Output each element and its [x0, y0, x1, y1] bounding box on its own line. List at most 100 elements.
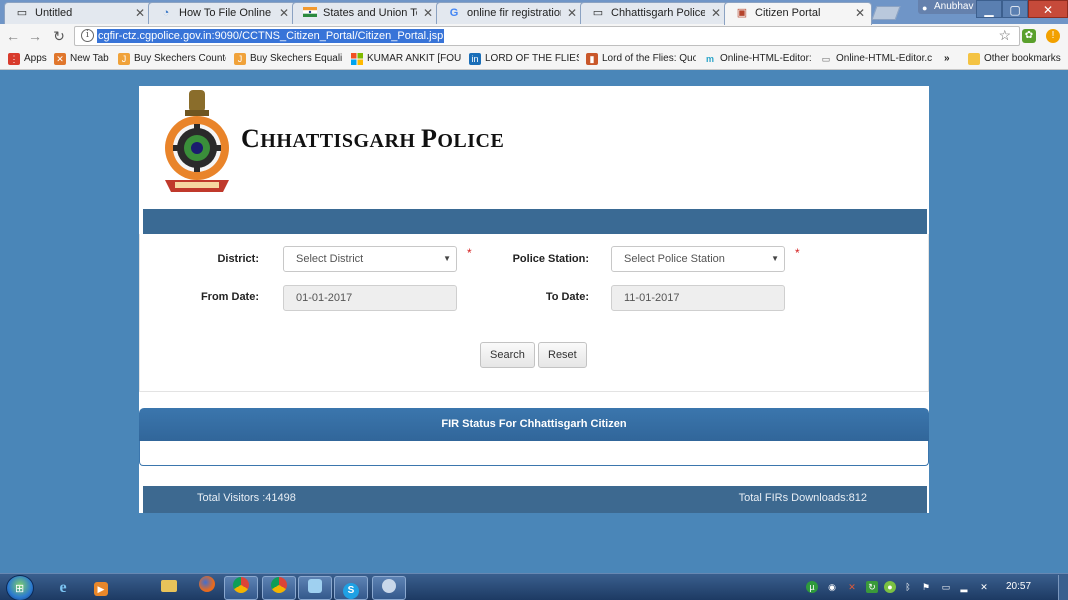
tab-states-union-territories[interactable]: States and Union Territ ✕: [292, 2, 440, 24]
tab-title: online fir registration cl: [467, 7, 561, 19]
other-bookmarks[interactable]: Other bookmarks: [968, 52, 1064, 66]
from-date-input[interactable]: 01-01-2017: [283, 285, 457, 311]
close-tab-icon[interactable]: ✕: [279, 6, 289, 20]
tab-google-search[interactable]: G online fir registration cl ✕: [436, 2, 584, 24]
to-date-label: To Date:: [545, 291, 589, 303]
police-station-select[interactable]: Select Police Station ▼: [611, 246, 785, 272]
bookmark-label: Apps: [24, 53, 47, 64]
media-player-icon[interactable]: ▶: [84, 576, 118, 600]
linkedin-icon: in: [469, 53, 481, 65]
bookmark-kumar-ankit[interactable]: KUMAR ANKIT [FOUN: [351, 52, 461, 66]
bookmark-online-html-editor-c[interactable]: ▭ Online-HTML-Editor.c: [820, 52, 932, 66]
folder-icon: [968, 53, 980, 65]
bookmark-lord-of-the-flies-a[interactable]: in LORD OF THE FLIES: A: [469, 52, 579, 66]
tab-title: Chhattisgarh Police: [611, 7, 705, 19]
folder-icon[interactable]: [152, 576, 186, 600]
total-visitors: Total Visitors :41498: [197, 492, 296, 504]
dropdown-caret-icon: ▼: [771, 254, 779, 263]
page-icon: ▭: [16, 7, 28, 19]
bookmarks-overflow-button[interactable]: »: [944, 52, 958, 66]
reload-icon[interactable]: ↻: [50, 27, 68, 45]
required-asterisk: *: [795, 246, 800, 260]
bookmark-apps[interactable]: ⋮ Apps: [8, 52, 48, 66]
close-tab-icon[interactable]: ✕: [423, 6, 433, 20]
loading-icon: ◔: [162, 7, 170, 19]
total-fir-downloads: Total FIRs Downloads:812: [738, 492, 867, 504]
close-tab-icon[interactable]: ✕: [567, 6, 577, 20]
info-icon[interactable]: i: [81, 29, 94, 42]
tab-citizen-portal[interactable]: ▣ Citizen Portal ✕: [724, 2, 872, 25]
district-select-value: Select District: [296, 253, 364, 265]
citizen-portal-panel: CHHATTISGARH POLICE District: Select Dis…: [139, 86, 929, 513]
windows-taskbar: ⊞ e ▶ S µ ◉ ✕ ↻ ● ᛒ ⚑ ▭ ▂ ✕ 20:57: [0, 573, 1068, 600]
bookmark-new-tab[interactable]: ✕ New Tab: [54, 52, 110, 66]
portal-icon: ▣: [736, 7, 748, 19]
new-tab-button[interactable]: [871, 6, 901, 20]
tab-chhattisgarh-police[interactable]: ▭ Chhattisgarh Police ✕: [580, 2, 728, 24]
maximize-button[interactable]: ▢: [1002, 0, 1028, 18]
url-text[interactable]: cgfir-ctz.cgpolice.gov.in:9090/CCTNS_Cit…: [97, 29, 445, 43]
bookmark-label: Online-HTML-Editor:: [720, 53, 812, 64]
signal-icon[interactable]: ▂: [958, 581, 970, 593]
tab-untitled[interactable]: ▭ Untitled ✕: [4, 2, 152, 24]
ie-icon[interactable]: e: [46, 576, 80, 600]
required-asterisk: *: [467, 246, 472, 260]
bookmark-label: KUMAR ANKIT [FOUN: [367, 53, 461, 64]
security-icon[interactable]: ✕: [846, 581, 858, 593]
fir-status-heading: FIR Status For Chhattisgarh Citizen: [139, 408, 929, 441]
bar-chart-icon: ▮: [586, 53, 598, 65]
flag-icon[interactable]: ⚑: [920, 581, 932, 593]
volume-muted-icon[interactable]: ✕: [978, 581, 990, 593]
police-station-label: Police Station:: [512, 253, 589, 265]
paint-icon[interactable]: [298, 576, 332, 600]
address-bar[interactable]: i cgfir-ctz.cgpolice.gov.in:9090/CCTNS_C…: [74, 26, 1020, 46]
bluetooth-icon[interactable]: ᛒ: [902, 581, 914, 593]
page-icon: ▭: [592, 7, 604, 19]
profile-name: Anubhav: [934, 1, 974, 12]
bookmark-skechers-counter[interactable]: J Buy Skechers Counter: [118, 52, 226, 66]
alert-extension-icon[interactable]: !: [1046, 29, 1060, 43]
minimize-button[interactable]: ▁: [976, 0, 1002, 18]
reset-button[interactable]: Reset: [538, 342, 587, 368]
page-icon: ▭: [821, 54, 831, 64]
bookmark-skechers-equalize[interactable]: J Buy Skechers Equalize: [234, 52, 342, 66]
tab-how-to-file-fir[interactable]: ◔ How To File Online FIR ✕: [148, 2, 296, 24]
new-tab-icon: ✕: [54, 53, 66, 65]
back-arrow-icon[interactable]: ←: [4, 27, 22, 45]
close-tab-icon[interactable]: ✕: [855, 6, 865, 20]
profile-button[interactable]: ● Anubhav: [918, 0, 980, 14]
show-desktop-button[interactable]: [1058, 575, 1068, 600]
search-button[interactable]: Search: [480, 342, 535, 368]
start-button[interactable]: ⊞: [6, 575, 34, 600]
bookmark-online-html-editor[interactable]: m Online-HTML-Editor:: [704, 52, 812, 66]
title-letter-p: P: [420, 124, 438, 153]
close-tab-icon[interactable]: ✕: [711, 6, 721, 20]
app-icon[interactable]: [372, 576, 406, 600]
india-flag-icon: [303, 7, 317, 20]
title-rest-1: HHATTISGARH: [260, 130, 421, 152]
bookmark-star-icon[interactable]: ☆: [998, 27, 1011, 44]
skype-icon[interactable]: S: [334, 576, 368, 600]
utorrent-icon[interactable]: µ: [806, 581, 818, 593]
window-close-button[interactable]: ✕: [1028, 0, 1068, 18]
green-app-icon[interactable]: ●: [884, 581, 896, 593]
google-icon: G: [449, 7, 459, 19]
forward-arrow-icon[interactable]: →: [26, 27, 44, 45]
system-clock[interactable]: 20:57: [1006, 581, 1031, 592]
chrome-icon[interactable]: [224, 576, 258, 600]
bookmark-label: Buy Skechers Equalize: [250, 53, 342, 64]
firefox-icon[interactable]: [190, 576, 224, 600]
to-date-input[interactable]: 11-01-2017: [611, 285, 785, 311]
sync-icon[interactable]: ↻: [866, 581, 878, 593]
chhattisgarh-police-emblem: [159, 88, 235, 202]
close-tab-icon[interactable]: ✕: [135, 6, 145, 20]
bookmark-lord-of-the-flies-quotes[interactable]: ▮ Lord of the Flies: Quot: [586, 52, 696, 66]
extension-icon[interactable]: ✿: [1022, 29, 1036, 43]
stats-footer: Total Visitors :41498 Total FIRs Downloa…: [143, 486, 927, 513]
chrome-icon[interactable]: [262, 576, 296, 600]
wifi-icon[interactable]: ◉: [826, 581, 838, 593]
bookmarks-bar: ⋮ Apps ✕ New Tab J Buy Skechers Counter …: [0, 48, 1068, 70]
district-select[interactable]: Select District ▼: [283, 246, 457, 272]
microsoft-icon: [351, 53, 363, 65]
battery-icon[interactable]: ▭: [940, 581, 952, 593]
